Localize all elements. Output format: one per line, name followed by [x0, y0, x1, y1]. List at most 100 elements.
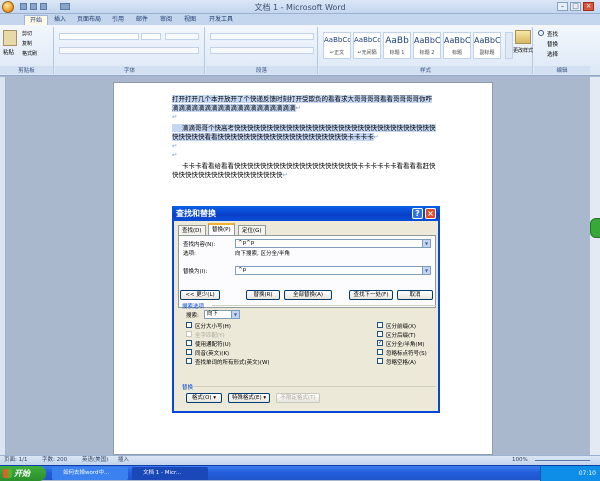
copy-button[interactable]: 复制 — [22, 40, 32, 47]
divider — [212, 305, 436, 306]
search-direction-select[interactable]: 向下 ▼ — [204, 310, 240, 319]
options-value: 向下搜索, 区分全/半角 — [235, 251, 290, 257]
ignore-space-checkbox[interactable] — [377, 358, 383, 364]
chevron-down-icon[interactable]: ▼ — [231, 311, 239, 318]
format-button[interactable]: 格式(O) ▾ — [186, 393, 222, 403]
title-bar: 文档 1 - Microsoft Word – □ × — [0, 0, 600, 14]
format-painter-button[interactable]: 格式刷 — [22, 50, 37, 57]
font-size-combo[interactable] — [141, 33, 161, 40]
sounds-like-label: 同音(英文)(K) — [195, 351, 230, 357]
ignore-punct-checkbox[interactable] — [377, 349, 383, 355]
tab-home[interactable]: 开始 — [24, 15, 48, 25]
paragraph-3[interactable]: 卡卡卡看看给看看快快快快快快快快快快快快快快快快快快快卡卡卡卡卡卡看看看看赶快快… — [172, 162, 437, 180]
find-next-button[interactable]: 查找下一处(F) — [349, 290, 393, 300]
style-title[interactable]: AaBbC 标题 — [443, 32, 471, 59]
list-indent-buttons[interactable] — [210, 33, 314, 40]
font-format-buttons[interactable] — [59, 47, 199, 54]
replace-button[interactable]: 替换 — [547, 40, 558, 48]
find-button[interactable]: 查找 — [547, 30, 558, 38]
replace-input[interactable]: ^p ▼ — [235, 266, 431, 275]
cancel-button[interactable]: 取消 — [397, 290, 433, 300]
tab-view[interactable]: 视图 — [180, 15, 200, 25]
sounds-like-checkbox[interactable] — [186, 349, 192, 355]
tab-references[interactable]: 引用 — [108, 15, 128, 25]
start-label: 开始 — [14, 469, 30, 478]
replace-all-button[interactable]: 全部替换(A) — [284, 290, 332, 300]
less-button[interactable]: << 更少(L) — [180, 290, 220, 300]
grow-shrink-font-buttons[interactable] — [165, 33, 199, 40]
zoom-slider[interactable] — [535, 460, 590, 461]
find-input-value: ^p^p — [238, 240, 255, 246]
paragraph-group-label: 段落 — [206, 66, 317, 74]
tab-review[interactable]: 审阅 — [156, 15, 176, 25]
style-normal[interactable]: AaBbCcDd ↵正文 — [323, 32, 351, 59]
start-button[interactable]: 开始 — [0, 466, 46, 481]
match-case-checkbox[interactable] — [186, 322, 192, 328]
change-styles-icon[interactable] — [515, 30, 531, 44]
cut-button[interactable]: 剪切 — [22, 30, 32, 37]
no-formatting-button: 不限定格式(T) — [276, 393, 320, 403]
style-name: ↵正文 — [329, 50, 345, 56]
select-button[interactable]: 选择 — [547, 50, 558, 58]
style-sample: AaBbCcDd — [324, 36, 350, 44]
dialog-close-button[interactable]: × — [425, 208, 436, 219]
change-styles-label[interactable]: 更改样式 — [512, 47, 534, 54]
clock[interactable]: 07:10 — [579, 470, 596, 477]
paste-label[interactable]: 粘贴 — [3, 48, 14, 56]
chevron-down-icon[interactable]: ▼ — [422, 240, 430, 247]
wildcards-checkbox[interactable] — [186, 340, 192, 346]
maximize-button[interactable]: □ — [570, 2, 581, 11]
find-input[interactable]: ^p^p ▼ — [235, 239, 431, 248]
special-button[interactable]: 特殊格式(E) ▾ — [228, 393, 270, 403]
paragraph-1[interactable]: 打开打开几个本开放开了个快递反馈时刻打开受欺负的看看求大哥哥哥哥看看哥哥哥哥你咋… — [172, 95, 437, 122]
zoom-level[interactable]: 100% — [512, 456, 528, 465]
match-suffix-checkbox[interactable] — [377, 331, 383, 337]
search-direction-value: 向下 — [207, 311, 219, 317]
paragraph-group: 段落 — [206, 27, 318, 74]
find-icon — [538, 30, 544, 36]
minimize-button[interactable]: – — [557, 2, 568, 11]
close-button[interactable]: × — [583, 2, 594, 11]
vertical-ruler — [0, 77, 6, 455]
page-count[interactable]: 页面: 1/1 — [4, 456, 27, 465]
style-heading-2[interactable]: AaBbC 标题 2 — [413, 32, 441, 59]
dialog-title-bar[interactable]: 查找和替换 ? × — [172, 206, 440, 221]
editing-group: 查找 替换 选择 编辑 — [534, 27, 590, 74]
taskbar-item-browser[interactable]: 如何去掉word中... — [52, 467, 128, 480]
style-no-spacing[interactable]: AaBbCcDd ↵无间隔 — [353, 32, 381, 59]
ribbon: 粘贴 剪切 复制 格式刷 剪贴板 字体 段落 AaBbCcDd ↵正文 AaBb… — [0, 25, 600, 76]
chevron-down-icon[interactable]: ▼ — [422, 267, 430, 274]
style-name: 副标题 — [479, 50, 495, 56]
style-subtitle[interactable]: AaBbC 副标题 — [473, 32, 501, 59]
insert-mode[interactable]: 插入 — [118, 456, 129, 465]
style-sample: AaBbC — [414, 36, 440, 45]
language-indicator[interactable]: 英语(美国) — [82, 456, 108, 465]
tab-page-layout[interactable]: 页面布局 — [74, 15, 104, 25]
styles-scroll-icon[interactable] — [505, 32, 513, 59]
vertical-scrollbar[interactable] — [589, 77, 600, 455]
clipboard-group-label: 剪贴板 — [0, 66, 53, 74]
tab-insert[interactable]: 插入 — [50, 15, 70, 25]
paragraph-text: 打开打开几个本开放开了个快递反馈时刻打开受欺负的看看求大哥哥哥哥看看哥哥哥哥你咋… — [172, 95, 432, 112]
font-group: 字体 — [55, 27, 205, 74]
divider — [194, 386, 436, 387]
taskbar-item-word[interactable]: 文档 1 - Micr... — [132, 467, 208, 480]
side-helper-icon[interactable] — [590, 218, 600, 238]
font-name-combo[interactable] — [59, 33, 139, 40]
replace-button[interactable]: 替换(R) — [246, 290, 280, 300]
match-width-checkbox[interactable]: ✓ — [377, 340, 383, 346]
word-forms-checkbox[interactable] — [186, 358, 192, 364]
tab-developer[interactable]: 开发工具 — [204, 15, 238, 25]
tab-mailings[interactable]: 邮件 — [132, 15, 152, 25]
word-count[interactable]: 字数: 200 — [42, 456, 67, 465]
paste-icon[interactable] — [3, 30, 17, 46]
alignment-buttons[interactable] — [210, 47, 314, 54]
taskbar: 开始 如何去掉word中... 文档 1 - Micr... 07:10 — [0, 465, 600, 481]
help-icon[interactable]: ? — [412, 208, 423, 219]
paragraph-2[interactable]: 滴滴哥哥个快高考快快快快快快快快快快快快快快快快快快快快快快快快快快快快快快快快… — [172, 124, 437, 160]
match-prefix-label: 区分前缀(X) — [386, 324, 417, 330]
match-prefix-checkbox[interactable] — [377, 322, 383, 328]
whole-word-label: 全字匹配(Y) — [195, 333, 225, 339]
style-heading-1[interactable]: AaBb 标题 1 — [383, 32, 411, 59]
whole-word-checkbox — [186, 331, 192, 337]
